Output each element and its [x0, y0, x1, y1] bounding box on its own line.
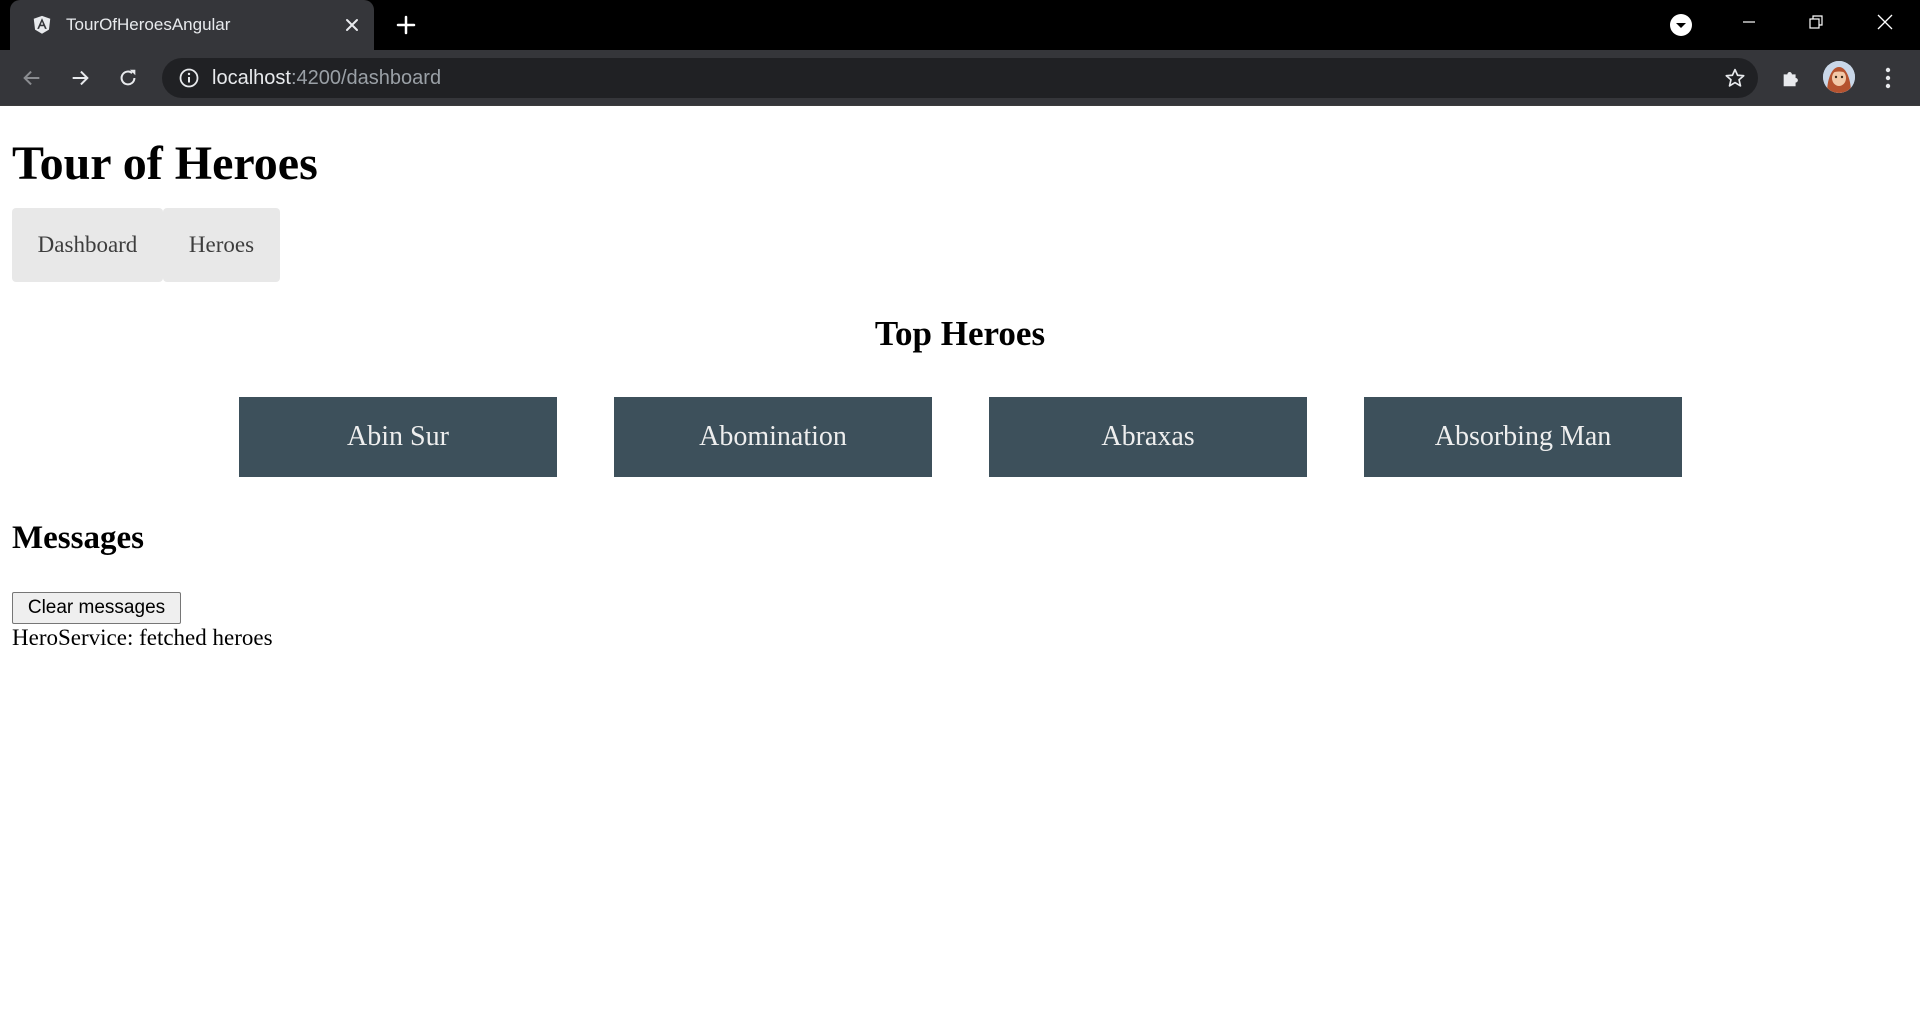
hero-card[interactable]: Abomination	[614, 397, 932, 477]
clear-messages-button[interactable]: Clear messages	[12, 592, 181, 624]
chevron-down-icon[interactable]	[1668, 12, 1694, 38]
star-icon[interactable]	[1723, 66, 1747, 90]
browser-tab[interactable]: TourOfHeroesAngular	[10, 0, 374, 50]
page-content: Tour of Heroes Dashboard Heroes Top Hero…	[0, 106, 1920, 1013]
browser-toolbar: localhost:4200/dashboard	[0, 50, 1920, 106]
url-host: localhost	[212, 67, 291, 89]
puzzle-icon[interactable]	[1777, 64, 1805, 92]
hero-card[interactable]: Abraxas	[989, 397, 1307, 477]
arrow-right-icon[interactable]	[66, 64, 94, 92]
restore-icon[interactable]	[1801, 10, 1831, 34]
arrow-left-icon[interactable]	[18, 64, 46, 92]
top-heroes-title: Top Heroes	[874, 314, 1046, 353]
info-icon[interactable]	[178, 67, 200, 89]
close-icon[interactable]	[1870, 8, 1900, 36]
close-icon[interactable]	[340, 13, 364, 37]
nav-heroes-link[interactable]: Heroes	[163, 208, 280, 282]
avatar[interactable]	[1823, 61, 1855, 93]
nav-dashboard-link[interactable]: Dashboard	[12, 208, 163, 282]
minimize-icon[interactable]	[1734, 10, 1764, 34]
address-bar[interactable]: localhost:4200/dashboard	[162, 58, 1758, 98]
url-path: :4200/dashboard	[290, 67, 442, 89]
messages-title: Messages	[12, 520, 144, 556]
angular-icon	[30, 13, 54, 37]
kebab-menu-icon[interactable]	[1874, 64, 1902, 92]
app-title: Tour of Heroes	[12, 137, 318, 190]
browser-tabstrip: TourOfHeroesAngular	[0, 0, 1920, 50]
hero-card[interactable]: Abin Sur	[239, 397, 557, 477]
hero-card[interactable]: Absorbing Man	[1364, 397, 1682, 477]
tab-title: TourOfHeroesAngular	[66, 15, 231, 34]
plus-icon[interactable]	[392, 11, 420, 39]
message-item: HeroService: fetched heroes	[12, 625, 273, 650]
url-text: localhost:4200/dashboard	[212, 58, 441, 98]
reload-icon[interactable]	[114, 64, 142, 92]
